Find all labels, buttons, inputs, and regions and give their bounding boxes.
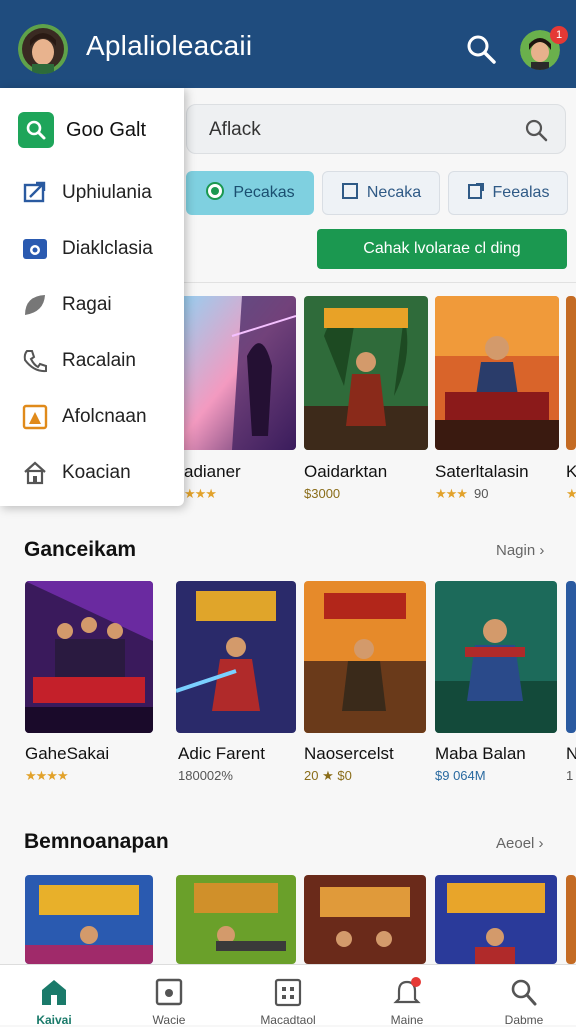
section-title: Ganceikam xyxy=(24,538,137,561)
profile-avatar[interactable] xyxy=(18,24,68,74)
game-tile[interactable] xyxy=(176,875,296,964)
filter-chip-3[interactable]: Feealas xyxy=(448,171,568,215)
app-bar: Aplalioleacaii 1 xyxy=(0,0,576,88)
app-title: Aplalioleacaii xyxy=(86,30,253,61)
game-tile[interactable] xyxy=(435,581,557,733)
drawer-header[interactable]: Goo Galt xyxy=(18,112,146,148)
nav-label: Wacie xyxy=(152,1013,186,1027)
see-more-link[interactable]: Aeoel › xyxy=(496,835,544,852)
game-tile[interactable] xyxy=(566,296,576,450)
drawer-item[interactable]: Diaklclasia xyxy=(20,234,153,264)
cta-button[interactable]: Cahak lvolarae cl ding xyxy=(317,229,567,269)
home-icon xyxy=(20,458,50,488)
drawer-item-label: Ragai xyxy=(62,294,112,315)
filter-label: Feealas xyxy=(492,184,550,201)
phone-icon xyxy=(20,346,50,376)
export-icon xyxy=(467,182,485,205)
nav-label: Kaivai xyxy=(36,1013,72,1027)
nav-search[interactable]: Dabme xyxy=(474,965,574,1027)
leaf-icon xyxy=(20,290,50,320)
search-input[interactable]: Aflack xyxy=(186,104,566,154)
radio-icon xyxy=(205,181,225,206)
game-tile[interactable] xyxy=(566,875,576,964)
nav-home[interactable]: Kaivai xyxy=(4,965,104,1027)
bottom-navigation: Kaivai Wacie Macadtaol Maine Dabme xyxy=(0,964,576,1027)
game-title: Oaidarktan xyxy=(304,462,388,481)
game-rating: ★★★ xyxy=(184,486,217,501)
calendar-icon xyxy=(272,977,304,1007)
filter-label: Necaka xyxy=(366,184,422,201)
drawer-item[interactable]: Uphiulania xyxy=(20,178,152,208)
game-rating: ★ xyxy=(566,486,576,501)
search-icon[interactable] xyxy=(464,32,498,66)
game-tile[interactable] xyxy=(304,581,426,733)
filter-chip-1[interactable]: Pecakas xyxy=(186,171,314,215)
camera-icon xyxy=(20,234,50,264)
nav-label: Dabme xyxy=(504,1013,544,1027)
game-tile[interactable] xyxy=(25,581,153,733)
game-meta: 20 ★ $0 xyxy=(304,768,352,783)
nav-notifications[interactable]: Maine xyxy=(357,965,457,1027)
drawer-item-label: Afolcnaan xyxy=(62,406,147,427)
game-tile[interactable] xyxy=(566,581,576,733)
search-icon xyxy=(18,112,54,148)
game-meta: 180002% xyxy=(178,768,233,783)
wallet-icon xyxy=(153,977,185,1007)
game-tile[interactable] xyxy=(435,296,559,450)
search-icon[interactable] xyxy=(523,117,549,148)
game-meta: $9 064M xyxy=(435,768,486,783)
game-meta: 1 xyxy=(566,768,574,783)
send-icon xyxy=(20,178,50,208)
nav-label: Maine xyxy=(390,1013,424,1027)
square-icon xyxy=(341,182,359,205)
game-rating: ★★★ xyxy=(435,486,468,501)
game-title: GaheSakai xyxy=(25,744,110,763)
drawer-item-label: Uphiulania xyxy=(62,182,152,203)
drawer-item-label: Koacian xyxy=(62,462,131,483)
filter-label: Pecakas xyxy=(233,184,295,201)
drawer-item[interactable]: Racalain xyxy=(20,346,136,376)
nav-label: Macadtaol xyxy=(260,1013,316,1027)
drawer-item-label: Racalain xyxy=(62,350,136,371)
see-more-link[interactable]: Nagin › xyxy=(496,542,544,559)
game-title: adianer xyxy=(184,462,241,481)
drawer-title: Goo Galt xyxy=(66,118,147,141)
game-meta: $3000 xyxy=(304,486,341,501)
photo-icon xyxy=(20,402,50,432)
game-rating: ★★★★ xyxy=(25,768,69,783)
filter-chip-2[interactable]: Necaka xyxy=(322,171,440,215)
game-tile[interactable] xyxy=(176,581,296,733)
game-title: Maba Balan xyxy=(435,744,526,763)
home-icon xyxy=(38,977,70,1007)
game-tile[interactable] xyxy=(172,296,296,450)
game-title: Naosercelst xyxy=(304,744,394,763)
drawer-item[interactable]: Ragai xyxy=(20,290,112,320)
game-title: Saterltalasin xyxy=(435,462,529,481)
search-icon xyxy=(508,977,540,1007)
game-meta: 90 xyxy=(474,486,489,501)
nav-wallet[interactable]: Wacie xyxy=(119,965,219,1027)
game-title: N xyxy=(566,744,576,763)
notification-badge: 1 xyxy=(550,26,568,44)
game-tile[interactable] xyxy=(304,875,426,964)
navigation-drawer: Goo Galt Uphiulania Diaklclasia Ragai Ra… xyxy=(0,88,184,506)
section-title: Bemnoanapan xyxy=(24,830,169,853)
game-tile[interactable] xyxy=(25,875,153,964)
search-placeholder: Aflack xyxy=(209,119,261,140)
bell-icon xyxy=(391,977,423,1007)
game-title: Adic Farent xyxy=(178,744,265,763)
drawer-item[interactable]: Koacian xyxy=(20,458,131,488)
drawer-item-label: Diaklclasia xyxy=(62,238,153,259)
game-title: K xyxy=(566,462,576,481)
game-tile[interactable] xyxy=(304,296,428,450)
game-tile[interactable] xyxy=(435,875,557,964)
drawer-item[interactable]: Afolcnaan xyxy=(20,402,147,432)
nav-calendar[interactable]: Macadtaol xyxy=(238,965,338,1027)
